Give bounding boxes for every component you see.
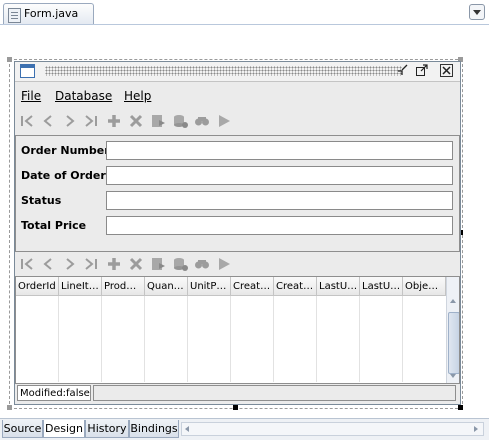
menu-help-label: Help xyxy=(124,89,152,103)
order-lines-table[interactable]: OrderId LineIt… Prod… Quan… UnitP… Creat… xyxy=(15,276,460,384)
menu-database[interactable]: Database xyxy=(55,89,112,103)
menu-file-label: File xyxy=(21,89,42,103)
scroll-up-icon[interactable] xyxy=(450,299,456,303)
column-divider xyxy=(58,296,59,382)
add-record-icon[interactable] xyxy=(105,112,123,130)
detail-panel: Order Number Date of Order Status Total … xyxy=(15,135,460,252)
total-price-label: Total Price xyxy=(21,219,87,232)
column-divider xyxy=(144,296,145,382)
scroll-right-icon[interactable] xyxy=(474,426,478,432)
refresh-icon[interactable] xyxy=(171,112,189,130)
resize-handle-bottom[interactable] xyxy=(233,405,238,410)
resize-handle-top-left xyxy=(7,57,12,62)
modified-status: Modified:false xyxy=(17,385,91,401)
column-divider xyxy=(273,296,274,382)
status-field[interactable] xyxy=(106,191,453,210)
run-query-icon[interactable] xyxy=(215,255,233,273)
file-tab[interactable]: Form.java xyxy=(3,3,94,25)
maximize-icon[interactable] xyxy=(415,64,428,77)
date-of-order-label: Date of Order xyxy=(21,169,106,182)
total-price-field[interactable] xyxy=(106,216,453,235)
search-icon[interactable] xyxy=(193,255,211,273)
column-divider xyxy=(359,296,360,382)
last-record-icon[interactable] xyxy=(82,255,100,273)
java-file-icon xyxy=(8,8,21,23)
column-divider xyxy=(316,296,317,382)
resize-handle-bottom-left xyxy=(7,405,12,410)
next-record-icon[interactable] xyxy=(61,112,79,130)
navigation-toolbar-top xyxy=(15,109,460,133)
window-icon xyxy=(20,64,35,78)
scrollbar-thumb[interactable] xyxy=(448,312,459,374)
status-label: Status xyxy=(21,194,62,207)
previous-record-icon[interactable] xyxy=(39,255,57,273)
run-query-icon[interactable] xyxy=(215,112,233,130)
column-header[interactable]: LastU… xyxy=(317,277,360,296)
order-number-field[interactable] xyxy=(106,141,453,160)
titlebar-grip xyxy=(45,66,402,76)
order-number-label: Order Number xyxy=(21,144,110,157)
delete-record-icon[interactable] xyxy=(127,255,145,273)
scroll-down-icon[interactable] xyxy=(450,374,456,378)
editor-tab-strip: Form.java xyxy=(0,0,489,26)
tab-bindings[interactable]: Bindings xyxy=(129,420,179,438)
column-header[interactable]: Obje… xyxy=(403,277,446,296)
menu-file[interactable]: File xyxy=(21,89,41,103)
menu-database-label: Database xyxy=(55,89,113,103)
close-icon[interactable] xyxy=(440,64,453,77)
horizontal-scrollbar[interactable] xyxy=(181,422,484,436)
table-header: OrderId LineIt… Prod… Quan… UnitP… Creat… xyxy=(16,277,446,296)
column-header[interactable]: LineIt… xyxy=(59,277,102,296)
scroll-left-icon[interactable] xyxy=(185,426,189,432)
column-header[interactable]: Creat… xyxy=(231,277,274,296)
last-record-icon[interactable] xyxy=(82,112,100,130)
minimize-icon[interactable] xyxy=(396,64,409,77)
status-bar-filler xyxy=(93,385,456,401)
status-bar: Modified:false xyxy=(15,385,458,402)
tab-design[interactable]: Design xyxy=(43,420,85,438)
column-header[interactable]: UnitP… xyxy=(188,277,231,296)
table-vertical-scrollbar[interactable] xyxy=(446,277,459,383)
add-record-icon[interactable] xyxy=(105,255,123,273)
column-divider xyxy=(402,296,403,382)
save-icon[interactable] xyxy=(149,255,167,273)
column-header[interactable]: LastU… xyxy=(360,277,403,296)
tab-source[interactable]: Source xyxy=(2,420,43,438)
view-tab-bar: Source Design History Bindings xyxy=(0,418,489,440)
menu-help[interactable]: Help xyxy=(124,89,151,103)
resize-handle-bottom-right[interactable] xyxy=(458,405,463,410)
first-record-icon[interactable] xyxy=(18,255,36,273)
column-header[interactable]: Creat… xyxy=(274,277,317,296)
save-icon[interactable] xyxy=(149,112,167,130)
date-of-order-field[interactable] xyxy=(106,166,453,185)
frame-titlebar[interactable] xyxy=(15,62,460,82)
menu-bar: File Database Help xyxy=(15,82,460,109)
tab-history[interactable]: History xyxy=(85,420,129,438)
column-divider xyxy=(187,296,188,382)
column-header[interactable]: OrderId xyxy=(16,277,59,296)
previous-record-icon[interactable] xyxy=(39,112,57,130)
navigation-toolbar-bottom xyxy=(15,252,460,276)
document-list-dropdown-icon[interactable] xyxy=(469,4,485,20)
column-divider xyxy=(101,296,102,382)
next-record-icon[interactable] xyxy=(61,255,79,273)
form-frame[interactable]: File Database Help Order Number Date of … xyxy=(14,61,461,405)
column-header[interactable]: Quan… xyxy=(145,277,188,296)
refresh-icon[interactable] xyxy=(171,255,189,273)
search-icon[interactable] xyxy=(193,112,211,130)
file-tab-label: Form.java xyxy=(24,7,79,20)
first-record-icon[interactable] xyxy=(18,112,36,130)
column-divider xyxy=(230,296,231,382)
column-header[interactable]: Prod… xyxy=(102,277,145,296)
delete-record-icon[interactable] xyxy=(127,112,145,130)
